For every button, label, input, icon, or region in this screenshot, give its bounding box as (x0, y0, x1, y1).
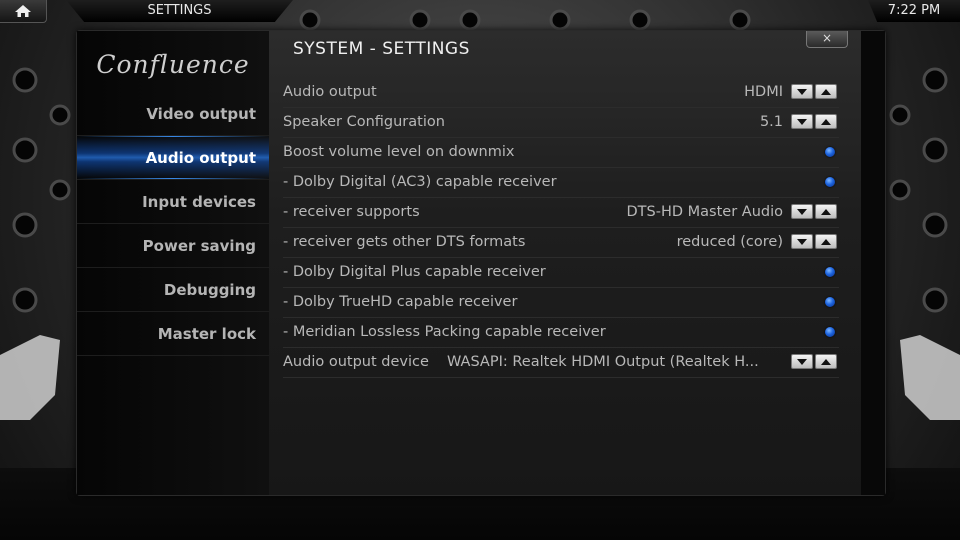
value-spinner (791, 84, 839, 99)
setting-receiver-other-dts[interactable]: - receiver gets other DTS formats reduce… (283, 228, 839, 258)
home-icon (15, 5, 31, 17)
arrow-up-icon (821, 208, 831, 215)
radio-toggle[interactable] (825, 267, 835, 277)
setting-boost-volume-downmix[interactable]: Boost volume level on downmix (283, 138, 839, 168)
spinner-up-button[interactable] (815, 204, 837, 219)
setting-label: Audio output (283, 84, 377, 100)
radio-toggle[interactable] (825, 177, 835, 187)
setting-value: reduced (core) (676, 234, 783, 250)
settings-list: Audio output HDMI Speaker Configuration … (283, 78, 839, 378)
sidebar-item-video-output[interactable]: Video output (77, 92, 269, 136)
setting-dolby-digital-plus[interactable]: - Dolby Digital Plus capable receiver (283, 258, 839, 288)
spinner-down-button[interactable] (791, 84, 813, 99)
window-title: SETTINGS (66, 0, 293, 22)
arrow-up-icon (821, 358, 831, 365)
setting-label: Speaker Configuration (283, 114, 445, 130)
setting-dolby-truehd[interactable]: - Dolby TrueHD capable receiver (283, 288, 839, 318)
value-spinner (791, 234, 839, 249)
spinner-down-button[interactable] (791, 354, 813, 369)
spinner-down-button[interactable] (791, 204, 813, 219)
setting-label: - Dolby Digital (AC3) capable receiver (283, 174, 557, 190)
sidebar-item-input-devices[interactable]: Input devices (77, 180, 269, 224)
setting-value: WASAPI: Realtek HDMI Output (Realtek H..… (447, 354, 759, 370)
arrow-down-icon (797, 118, 807, 125)
top-bar: SETTINGS 7:22 PM (0, 0, 960, 23)
spinner-up-button[interactable] (815, 234, 837, 249)
sidebar-item-master-lock[interactable]: Master lock (77, 312, 269, 356)
sidebar-menu: Video output Audio output Input devices … (77, 92, 269, 356)
page-title: SYSTEM - SETTINGS (293, 39, 470, 59)
panel-edge (861, 31, 885, 495)
settings-content: SYSTEM - SETTINGS Audio output HDMI Spea… (269, 31, 861, 495)
setting-label: - Meridian Lossless Packing capable rece… (283, 324, 606, 340)
sidebar-item-audio-output[interactable]: Audio output (77, 136, 269, 180)
setting-meridian-lossless[interactable]: - Meridian Lossless Packing capable rece… (283, 318, 839, 348)
setting-receiver-supports[interactable]: - receiver supports DTS-HD Master Audio (283, 198, 839, 228)
arrow-down-icon (797, 88, 807, 95)
spinner-down-button[interactable] (791, 234, 813, 249)
setting-label: - Dolby Digital Plus capable receiver (283, 264, 546, 280)
setting-audio-output-device[interactable]: Audio output device WASAPI: Realtek HDMI… (283, 348, 839, 378)
setting-label: - Dolby TrueHD capable receiver (283, 294, 518, 310)
radio-toggle[interactable] (825, 297, 835, 307)
radio-toggle[interactable] (825, 147, 835, 157)
value-spinner (791, 204, 839, 219)
setting-speaker-configuration[interactable]: Speaker Configuration 5.1 (283, 108, 839, 138)
spinner-up-button[interactable] (815, 84, 837, 99)
radio-toggle[interactable] (825, 327, 835, 337)
sidebar: Confluence Video output Audio output Inp… (77, 31, 269, 495)
arrow-down-icon (797, 238, 807, 245)
clock: 7:22 PM (868, 0, 960, 22)
setting-label: - receiver supports (283, 204, 420, 220)
setting-value: 5.1 (759, 114, 783, 130)
confluence-logo: Confluence (96, 50, 250, 79)
sidebar-item-debugging[interactable]: Debugging (77, 268, 269, 312)
arrow-up-icon (821, 238, 831, 245)
setting-label: Boost volume level on downmix (283, 144, 515, 160)
value-spinner (791, 114, 839, 129)
arrow-down-icon (797, 208, 807, 215)
arrow-up-icon (821, 88, 831, 95)
value-spinner (791, 354, 839, 369)
setting-label: - receiver gets other DTS formats (283, 234, 526, 250)
close-button[interactable]: × (806, 31, 848, 48)
setting-audio-output[interactable]: Audio output HDMI (283, 78, 839, 108)
setting-value: HDMI (744, 84, 783, 100)
home-button[interactable] (0, 0, 47, 23)
setting-value: DTS-HD Master Audio (626, 204, 783, 220)
spinner-down-button[interactable] (791, 114, 813, 129)
settings-panel: Confluence Video output Audio output Inp… (76, 30, 886, 496)
setting-label: Audio output device (283, 354, 429, 370)
arrow-up-icon (821, 118, 831, 125)
sidebar-item-power-saving[interactable]: Power saving (77, 224, 269, 268)
spinner-up-button[interactable] (815, 354, 837, 369)
arrow-down-icon (797, 358, 807, 365)
setting-dolby-digital-ac3[interactable]: - Dolby Digital (AC3) capable receiver (283, 168, 839, 198)
spinner-up-button[interactable] (815, 114, 837, 129)
